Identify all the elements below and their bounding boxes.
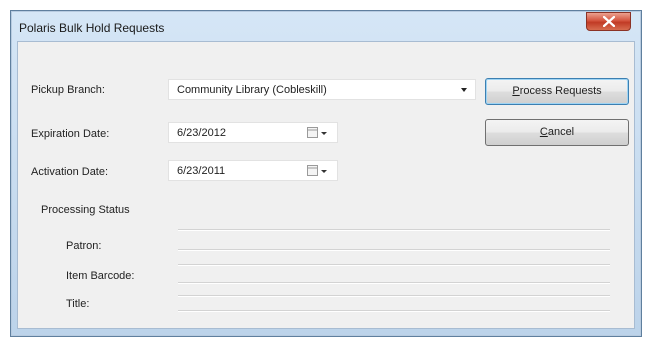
calendar-dropdown-icon[interactable]: [307, 127, 329, 139]
process-requests-label: rocess Requests: [519, 85, 602, 97]
title-value-line: [178, 310, 610, 312]
patron-value-line: [178, 264, 610, 266]
patron-value-line: [178, 249, 610, 251]
expiration-date-value: 6/23/2012: [177, 127, 226, 139]
pickup-branch-select[interactable]: Community Library (Cobleskill): [168, 79, 476, 100]
title-value-line-top: [178, 295, 610, 297]
patron-label: Patron:: [66, 240, 102, 252]
expiration-date-picker[interactable]: 6/23/2012: [168, 122, 338, 143]
dialog-client-area: Pickup Branch: Community Library (Cobles…: [17, 41, 635, 329]
activation-date-value: 6/23/2011: [177, 165, 226, 177]
cancel-button[interactable]: Cancel: [485, 119, 629, 146]
expiration-date-label: Expiration Date:: [31, 128, 110, 140]
processing-status-heading: Processing Status: [41, 204, 130, 216]
item-barcode-value-line: [178, 282, 610, 284]
status-divider: [178, 229, 610, 231]
item-barcode-label: Item Barcode:: [66, 270, 135, 282]
pickup-branch-value: Community Library (Cobleskill): [177, 84, 327, 96]
cancel-mnemonic: C: [539, 126, 548, 138]
activation-date-picker[interactable]: 6/23/2011: [168, 160, 338, 181]
chevron-down-icon[interactable]: [461, 88, 467, 92]
cancel-label: ancel: [547, 126, 575, 138]
calendar-dropdown-icon[interactable]: [307, 165, 329, 177]
activation-date-label: Activation Date:: [31, 166, 109, 178]
pickup-branch-label: Pickup Branch:: [31, 84, 105, 96]
dialog-window: Polaris Bulk Hold Requests Pickup Branch…: [10, 10, 642, 337]
close-icon: [603, 16, 615, 27]
process-requests-mnemonic: P: [512, 85, 520, 97]
window-title: Polaris Bulk Hold Requests: [19, 21, 165, 35]
title-label: Title:: [66, 298, 90, 310]
title-bar[interactable]: Polaris Bulk Hold Requests: [11, 11, 641, 41]
process-requests-button[interactable]: Process Requests: [485, 78, 629, 105]
close-button[interactable]: [586, 12, 631, 31]
